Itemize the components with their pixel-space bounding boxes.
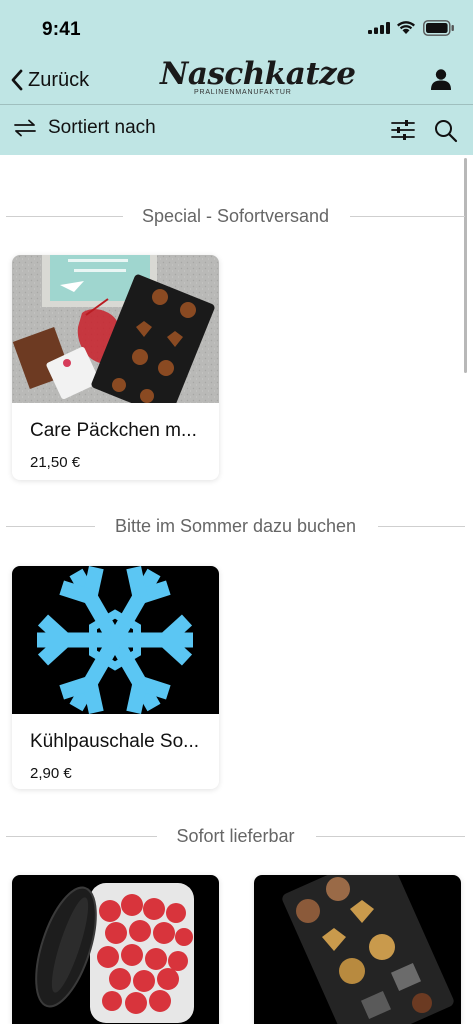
status-time: 9:41 [42, 19, 81, 40]
filter-sliders-icon[interactable] [391, 119, 415, 141]
wifi-icon [397, 21, 415, 34]
product-name: Kühlpauschale So... [30, 731, 200, 752]
search-icon[interactable] [434, 119, 458, 143]
app-header: 9:41 Zurück Naschkatze PRALINENMANUFAKTU… [0, 0, 473, 155]
product-card[interactable]: Care Päckchen m... 21,50 € [12, 255, 219, 480]
section-title: Sofort lieferbar [162, 826, 309, 846]
swap-arrows-icon [14, 119, 36, 137]
brand-logo: Naschkatze PRALINENMANUFAKTUR [160, 56, 356, 102]
section-header: Special - Sofortversand [6, 206, 465, 226]
product-card[interactable] [12, 875, 219, 1024]
product-price: 21,50 € [30, 454, 81, 471]
brand-logo-subtitle: PRALINENMANUFAKTUR [194, 89, 292, 96]
battery-icon [423, 20, 454, 36]
back-button[interactable]: Zurück [10, 66, 89, 94]
product-card[interactable]: Kühlpauschale So... 2,90 € [12, 566, 219, 789]
section-header: Bitte im Sommer dazu buchen [6, 516, 465, 536]
product-card[interactable] [254, 875, 461, 1024]
chevron-left-icon [11, 69, 23, 91]
sort-button[interactable]: Sortiert nach [12, 117, 156, 139]
product-name: Care Päckchen m... [30, 420, 197, 441]
cellular-signal-icon [368, 22, 390, 34]
navigation-bar: Zurück Naschkatze PRALINENMANUFAKTUR [0, 56, 473, 104]
section-header: Sofort lieferbar [6, 826, 465, 846]
product-image-snowflake [12, 566, 219, 714]
section-title: Special - Sofortversand [127, 206, 344, 226]
product-image-pralines [254, 875, 461, 1024]
status-bar: 9:41 [0, 0, 473, 56]
back-button-label: Zurück [28, 68, 90, 91]
scroll-indicator[interactable] [464, 158, 467, 373]
product-image-care-package [12, 255, 219, 403]
section-title: Bitte im Sommer dazu buchen [100, 516, 371, 536]
product-price: 2,90 € [30, 765, 72, 782]
product-image-jar [12, 875, 219, 1024]
sort-filter-bar: Sortiert nach [0, 105, 473, 155]
brand-logo-title: Naschkatze [160, 56, 356, 92]
sort-label: Sortiert nach [48, 117, 156, 138]
user-icon[interactable] [430, 68, 452, 90]
